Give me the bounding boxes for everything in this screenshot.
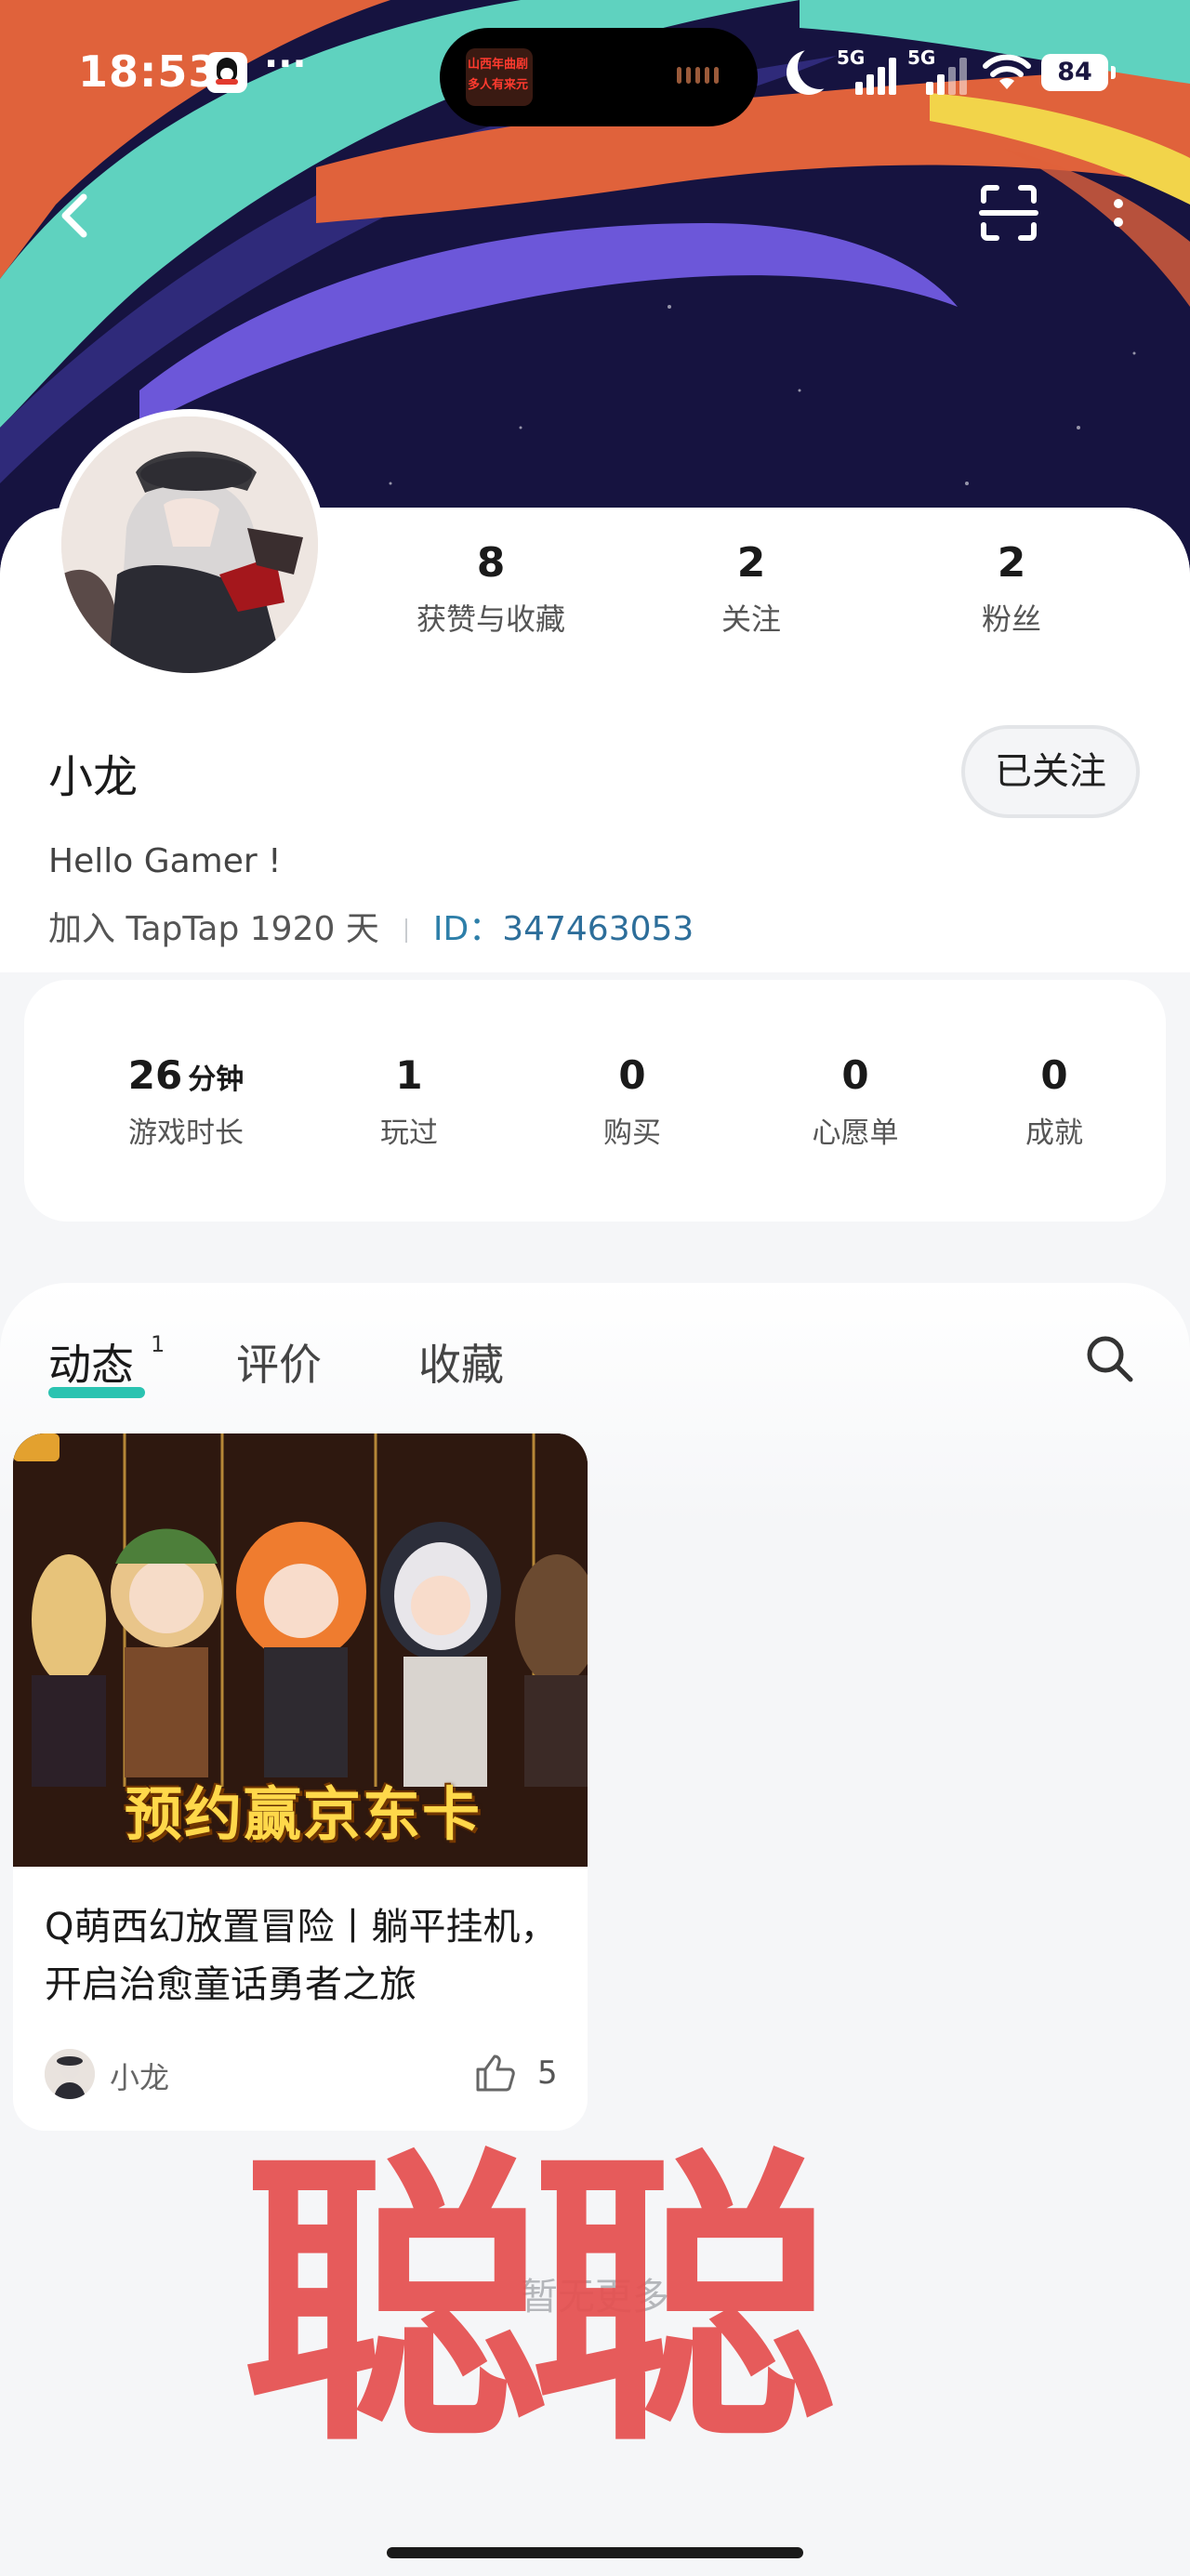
stat-value: 2: [736, 539, 766, 587]
network-type-1: 5G: [837, 46, 866, 69]
stat-following[interactable]: 2 关注: [621, 539, 881, 639]
stat-value: 2: [997, 539, 1026, 587]
join-info: 加入 TapTap 1920 天 ID：347463053: [48, 902, 694, 950]
avatar-image: [61, 416, 318, 673]
live-activity-line2: 多人有来元: [468, 78, 529, 92]
divider: [404, 918, 407, 943]
stat-label: 粉丝: [981, 601, 1041, 637]
game-stat-played[interactable]: 1 玩过: [298, 1052, 521, 1151]
post-author-avatar: [45, 2049, 95, 2099]
back-icon[interactable]: [48, 186, 100, 245]
game-stat-achievements[interactable]: 0 成就: [943, 1052, 1166, 1151]
home-indicator[interactable]: [387, 2547, 803, 2558]
game-stat-label: 购买: [603, 1116, 661, 1150]
game-stat-value: 0: [618, 1052, 646, 1098]
game-stat-label: 成就: [1025, 1116, 1083, 1150]
scan-icon[interactable]: [978, 182, 1039, 244]
watermark-overlay: 聪聪: [242, 2125, 837, 2482]
stat-value: 8: [476, 539, 506, 587]
game-stat-unit: 分钟: [188, 1063, 245, 1096]
username: 小龙: [48, 751, 139, 803]
live-activity-thumbnail: 山西年曲剧 多人有来元: [466, 48, 533, 106]
thumbs-up-icon[interactable]: [472, 2051, 517, 2095]
follow-button[interactable]: 已关注: [961, 725, 1140, 818]
audio-wave-icon: [677, 67, 729, 87]
tab-reviews[interactable]: 评价: [236, 1331, 322, 1393]
signal-icon-2: 5G: [907, 46, 976, 95]
post-title: Q萌西幻放置冒险丨躺平挂机，开启治愈童话勇者之旅: [45, 1906, 558, 2006]
wifi-icon: [983, 54, 1031, 89]
game-stat-value: 0: [1040, 1052, 1068, 1098]
game-stat-purchased[interactable]: 0 购买: [521, 1052, 744, 1151]
join-days: 加入 TapTap 1920 天: [48, 910, 379, 948]
more-icon[interactable]: [1099, 182, 1136, 244]
stat-label: 关注: [721, 601, 781, 637]
game-stat-value: 1: [395, 1052, 423, 1098]
stat-label: 获赞与收藏: [416, 601, 565, 637]
game-stat-value: 26: [127, 1052, 183, 1098]
bio: Hello Gamer !: [48, 842, 282, 880]
network-type-2: 5G: [907, 46, 936, 69]
profile-page: 18:53 ··· 山西年曲剧 多人有来元 5G 5G 84 8 获赞与收藏 2…: [0, 0, 1190, 2576]
post-image: 预约赢京东卡: [13, 1433, 588, 1867]
status-time: 18:53: [78, 46, 219, 97]
user-id-label: ID：: [432, 910, 503, 948]
tab-badge: 1: [151, 1331, 165, 1357]
post-image-banner-text: 预约赢京东卡: [124, 1780, 482, 1848]
game-stat-label: 心愿单: [812, 1116, 899, 1150]
status-overflow: ···: [264, 43, 307, 86]
moon-icon: [798, 45, 842, 89]
status-bar: 18:53 ··· 山西年曲剧 多人有来元 5G 5G 84: [0, 0, 1190, 149]
game-stat-value: 0: [841, 1052, 869, 1098]
live-activity-line1: 山西年曲剧: [468, 58, 529, 72]
user-id[interactable]: 347463053: [502, 910, 694, 948]
search-icon[interactable]: [1082, 1331, 1138, 1387]
tab-moments[interactable]: 动态: [48, 1331, 134, 1393]
game-stat-wishlist[interactable]: 0 心愿单: [744, 1052, 967, 1151]
like-count: 5: [537, 2054, 558, 2092]
qq-icon: [206, 52, 247, 93]
game-stats-card: 26 分钟 游戏时长 1 玩过 0 购买 0 心愿单 0 成就: [24, 980, 1166, 1222]
active-tab-indicator: [48, 1387, 145, 1398]
tab-favorites[interactable]: 收藏: [418, 1331, 504, 1393]
stat-likes-favorites[interactable]: 8 获赞与收藏: [361, 539, 621, 639]
game-stat-label: 游戏时长: [128, 1116, 244, 1150]
dynamic-island[interactable]: 山西年曲剧 多人有来元: [440, 28, 758, 126]
post-card[interactable]: 预约赢京东卡 Q萌西幻放置冒险丨躺平挂机，开启治愈童话勇者之旅 小龙 5: [13, 1433, 588, 2131]
signal-icon: 5G: [837, 46, 906, 95]
battery-icon: 84: [1041, 54, 1116, 91]
game-stat-playtime[interactable]: 26 分钟 游戏时长: [74, 1052, 298, 1151]
game-stat-label: 玩过: [380, 1116, 438, 1150]
stat-followers[interactable]: 2 粉丝: [881, 539, 1142, 639]
avatar[interactable]: [54, 409, 325, 680]
post-author-name: 小龙: [110, 2060, 170, 2095]
